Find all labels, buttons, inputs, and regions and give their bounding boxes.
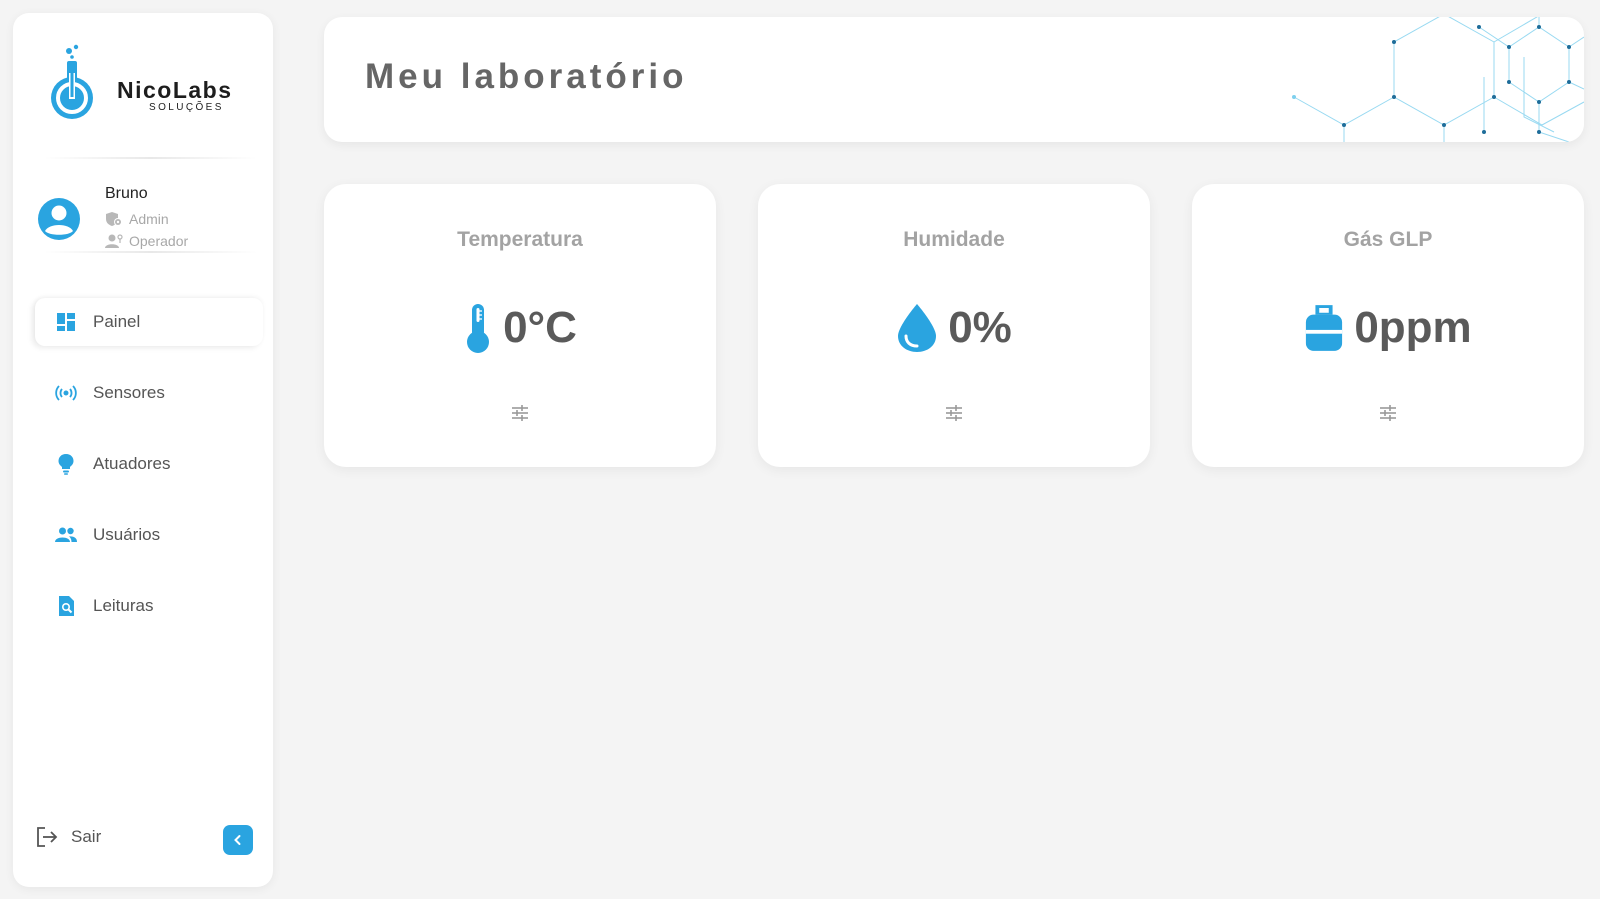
sidebar-item-label: Sensores [93,383,165,402]
sidebar-item-atuadores[interactable]: Atuadores [35,440,263,488]
flask-logo-icon [51,44,93,119]
thermometer-icon [467,304,490,353]
molecule-decoration-icon [1292,17,1584,142]
card-title: Gás GLP [1343,228,1433,251]
sliders-icon[interactable] [944,403,964,423]
sidebar-item-sensores[interactable]: Sensores [35,369,263,417]
divider [43,157,258,159]
logout-button[interactable]: Sair [35,825,101,849]
sidebar-item-painel[interactable]: Painel [35,298,263,346]
page-header: Meu laboratório [324,17,1584,142]
card-value: 0ppm [1354,303,1472,352]
users-icon [55,527,77,542]
dashboard-icon [57,313,75,331]
logout-icon [37,827,58,847]
user-name: Bruno [105,185,148,202]
role-label: Operador [129,233,189,249]
role-label: Admin [129,211,169,227]
card-title: Humidade [903,228,1005,251]
operator-icon [105,234,123,248]
card-title: Temperatura [457,228,583,251]
sliders-icon[interactable] [1378,403,1398,423]
page-title: Meu laboratório [365,57,688,96]
sidebar: NicoLabs SOLUÇÕES Bruno Admin Operador P… [13,13,273,887]
sidebar-item-usuarios[interactable]: Usuários [35,511,263,559]
gas-cylinder-icon [1306,305,1343,351]
sidebar-item-label: Atuadores [93,454,171,473]
card-value: 0% [948,303,1012,352]
brand-subtitle: SOLUÇÕES [149,102,224,113]
brand-logo[interactable]: NicoLabs SOLUÇÕES [47,43,247,133]
sidebar-item-label: Leituras [93,596,154,615]
sensor-icon [55,385,77,401]
role-operador: Operador [105,233,188,249]
card-temperatura: Temperatura 0°C [324,184,716,467]
sidebar-item-label: Usuários [93,525,161,544]
file-search-icon [59,596,74,616]
role-admin: Admin [105,211,169,227]
avatar-icon [38,198,80,240]
card-humidade: Humidade 0% [758,184,1150,467]
collapse-sidebar-button[interactable] [223,825,253,855]
water-drop-icon [898,304,937,352]
admin-shield-icon [106,212,122,226]
divider [43,251,258,253]
lightbulb-icon [58,454,74,475]
chevron-left-icon [234,835,241,845]
sidebar-item-label: Painel [93,312,141,331]
card-gas-glp: Gás GLP 0ppm [1192,184,1584,467]
card-value: 0°C [503,303,577,352]
logout-label: Sair [71,827,102,846]
brand-name: NicoLabs [117,77,233,103]
sidebar-item-leituras[interactable]: Leituras [35,582,263,630]
sidebar-nav: Painel Sensores Atuadores Usuários Leitu… [35,298,263,653]
sliders-icon[interactable] [510,403,530,423]
